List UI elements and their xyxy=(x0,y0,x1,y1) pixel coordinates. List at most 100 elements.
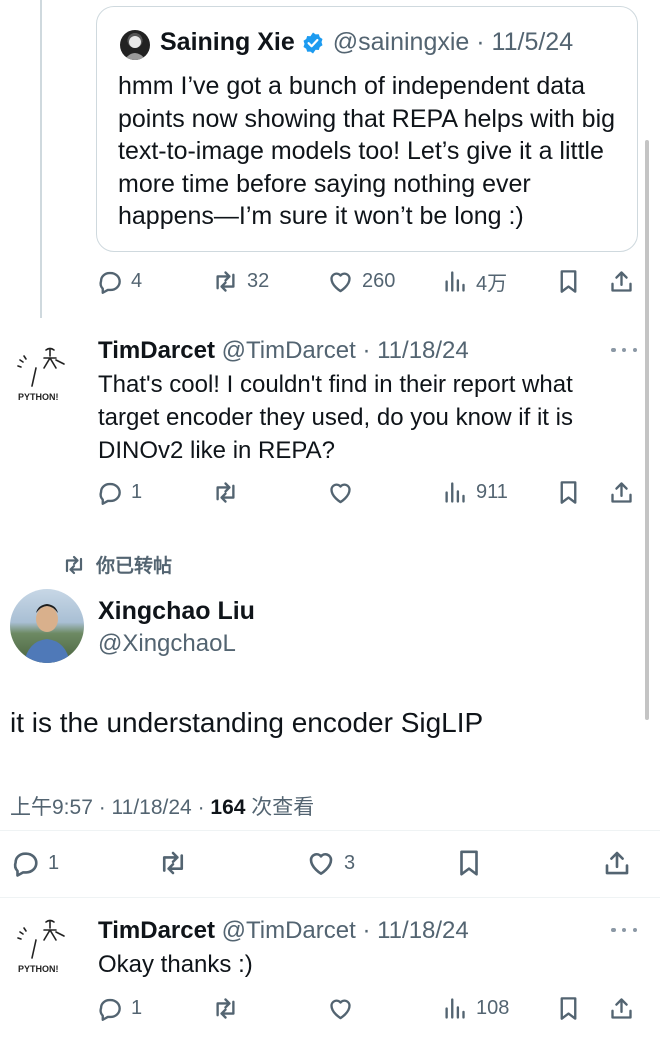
separator-dot: · xyxy=(92,796,112,819)
reply-count: 4 xyxy=(131,269,143,292)
repost-icon xyxy=(216,481,235,503)
separator-dot: · xyxy=(191,796,211,819)
reply1-date[interactable]: 11/18/24 xyxy=(377,337,469,364)
bookmark-button[interactable] xyxy=(555,263,582,299)
reply2-action-row: 1 108 xyxy=(96,990,641,1026)
reply1-author-name[interactable]: TimDarcet xyxy=(98,337,215,364)
repost-icon xyxy=(216,997,235,1019)
bookmark-icon xyxy=(560,269,577,293)
like-button[interactable] xyxy=(327,990,354,1026)
separator-dot: · xyxy=(355,917,378,944)
reply-button[interactable]: 4 xyxy=(96,263,142,299)
tweet-time[interactable]: 上午9:57 xyxy=(10,796,93,819)
bookmark-button[interactable] xyxy=(454,845,484,881)
share-icon xyxy=(611,481,632,503)
repost-note-label: 你已转帖 xyxy=(96,556,173,577)
divider xyxy=(0,897,660,898)
avatar-photo xyxy=(24,604,70,663)
quoted-author-handle[interactable]: @sainingxie xyxy=(333,28,470,57)
views-button[interactable]: 911 xyxy=(441,474,508,510)
like-button[interactable] xyxy=(327,474,354,510)
divider xyxy=(0,830,660,831)
like-icon xyxy=(330,272,351,292)
reply2-header: TimDarcet @TimDarcet · 11/18/24 xyxy=(98,917,469,945)
share-button[interactable] xyxy=(608,990,635,1026)
bookmark-button[interactable] xyxy=(555,990,582,1026)
reply1-action-row: 1 911 xyxy=(96,474,641,510)
repost-count: 32 xyxy=(247,269,270,292)
reply-button[interactable]: 1 xyxy=(96,474,142,510)
main-author-avatar[interactable] xyxy=(10,589,84,663)
views-icon xyxy=(445,270,465,292)
avatar-figure xyxy=(124,36,146,60)
reply2-avatar[interactable]: PYTHON! xyxy=(6,910,76,980)
scrollbar[interactable] xyxy=(645,140,649,720)
verified-icon xyxy=(303,32,323,53)
share-icon xyxy=(611,997,632,1019)
main-tweet-meta: 上午9:57 · 11/18/24 · 164 次查看 xyxy=(10,791,314,821)
share-button[interactable] xyxy=(608,263,635,299)
share-icon xyxy=(605,851,629,875)
stick-figure-avatar: PYTHON! xyxy=(17,919,65,974)
share-icon xyxy=(611,270,632,292)
reply-icon xyxy=(99,271,121,294)
share-button[interactable] xyxy=(602,845,632,881)
avatar-caption: PYTHON! xyxy=(18,964,59,974)
like-button[interactable]: 3 xyxy=(306,845,355,881)
reply-count: 1 xyxy=(131,480,143,503)
reply2-date[interactable]: 11/18/24 xyxy=(377,917,469,944)
reply2-text: Okay thanks :) xyxy=(98,951,253,978)
reply2-handle[interactable]: @TimDarcet xyxy=(222,917,356,944)
thread-line xyxy=(40,0,42,318)
quoted-tweet-text: hmm I’ve got a bunch of independent data… xyxy=(118,72,616,231)
repost-icon xyxy=(216,270,235,292)
like-icon xyxy=(330,999,351,1019)
quoted-tweet-date[interactable]: 11/5/24 xyxy=(492,28,574,57)
views-count: 4万 xyxy=(476,272,508,295)
main-action-row: 1 3 xyxy=(10,845,640,881)
like-button[interactable]: 260 xyxy=(327,263,395,299)
views-count: 911 xyxy=(476,480,508,503)
parent-action-row: 4 32 260 4万 xyxy=(96,263,641,299)
more-icon[interactable] xyxy=(611,346,637,354)
reply-icon xyxy=(13,852,38,877)
reply-count: 1 xyxy=(48,851,60,874)
quoted-tweet-header: Saining Xie @sainingxie · 11/5/24 xyxy=(160,28,573,57)
bookmark-icon xyxy=(460,850,478,876)
reply1-header: TimDarcet @TimDarcet · 11/18/24 xyxy=(98,337,469,365)
views-button[interactable]: 4万 xyxy=(441,263,507,299)
more-icon[interactable] xyxy=(611,926,637,934)
bookmark-button[interactable] xyxy=(555,474,582,510)
quoted-author-name[interactable]: Saining Xie xyxy=(160,28,295,57)
views-button[interactable]: 108 xyxy=(441,990,509,1026)
reply-icon xyxy=(99,998,121,1021)
reply2-author-name[interactable]: TimDarcet xyxy=(98,917,215,944)
main-author-name[interactable]: Xingchao Liu xyxy=(98,597,255,626)
main-author-handle[interactable]: @XingchaoL xyxy=(98,630,236,658)
reply1-avatar[interactable]: PYTHON! xyxy=(6,338,76,408)
repost-icon xyxy=(162,851,184,875)
views-count: 164 xyxy=(210,796,246,819)
repost-button[interactable] xyxy=(158,845,188,881)
like-icon xyxy=(330,483,351,503)
stick-figure-avatar: PYTHON! xyxy=(17,347,65,402)
reply-button[interactable]: 1 xyxy=(96,990,142,1026)
separator-dot: · xyxy=(355,337,378,364)
repost-button[interactable] xyxy=(212,474,239,510)
views-icon xyxy=(445,481,465,503)
views-count: 108 xyxy=(476,996,510,1019)
separator-dot: · xyxy=(469,28,492,56)
avatar-caption: PYTHON! xyxy=(18,392,59,402)
reply-count: 1 xyxy=(131,996,143,1019)
quoted-author-avatar[interactable] xyxy=(120,30,150,60)
main-tweet-text: it is the understanding encoder SigLIP xyxy=(10,707,484,738)
bookmark-icon xyxy=(560,996,577,1020)
tweet-date[interactable]: 11/18/24 xyxy=(112,796,192,819)
views-label: 次查看 xyxy=(251,796,315,819)
repost-button[interactable] xyxy=(212,990,239,1026)
reply1-handle[interactable]: @TimDarcet xyxy=(222,337,356,364)
like-icon xyxy=(309,853,333,875)
reply-button[interactable]: 1 xyxy=(10,845,59,881)
repost-button[interactable]: 32 xyxy=(212,263,269,299)
share-button[interactable] xyxy=(608,474,635,510)
